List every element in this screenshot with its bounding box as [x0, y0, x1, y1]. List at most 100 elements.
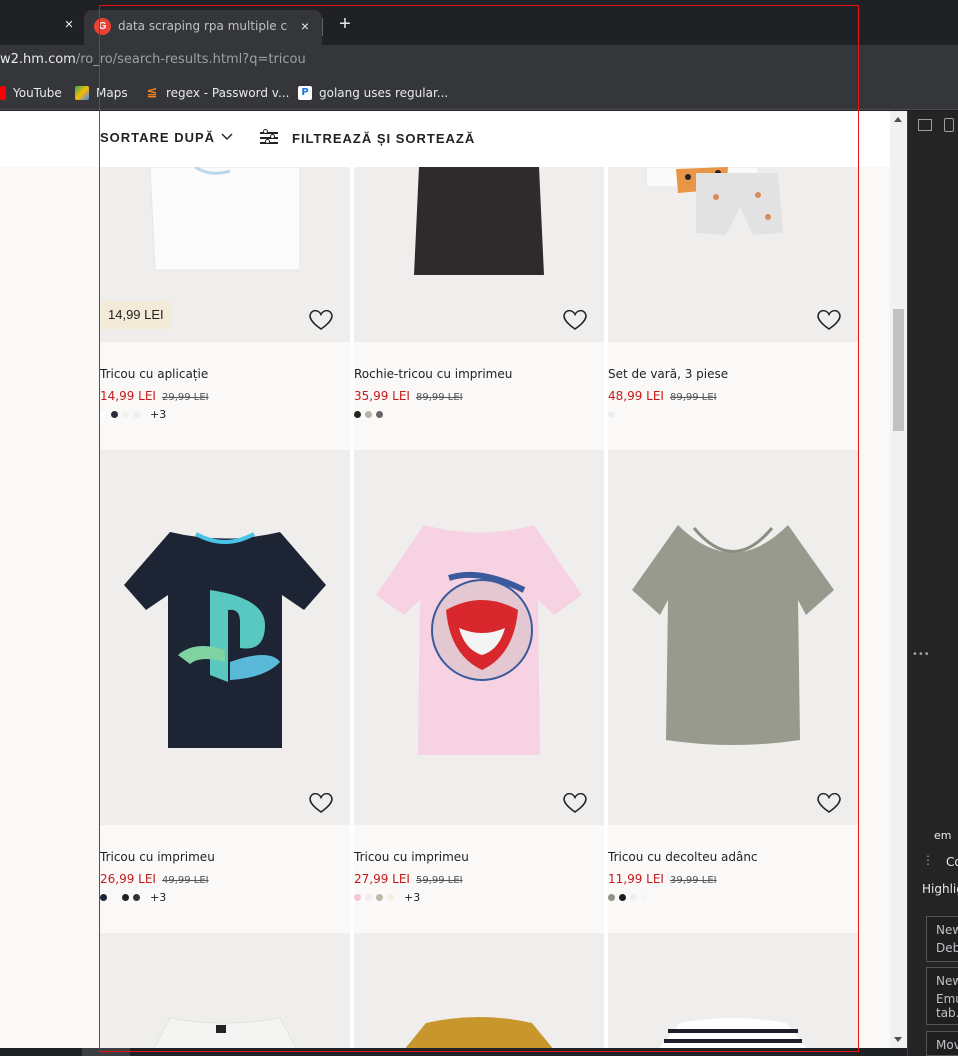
screen: × G data scraping rpa multiple colum × +… — [0, 0, 958, 1056]
bookmark-youtube[interactable]: YouTube — [0, 84, 62, 102]
product-name[interactable]: Tricou cu decolteu adânc — [608, 850, 858, 864]
heart-icon[interactable] — [816, 791, 842, 815]
color-swatch[interactable] — [387, 893, 394, 901]
product-name[interactable]: Tricou cu imprimeu — [354, 850, 604, 864]
kebab-menu-icon[interactable]: ⋮ — [922, 853, 934, 867]
color-swatch[interactable] — [354, 893, 361, 901]
product-image[interactable] — [354, 450, 604, 825]
product-card[interactable] — [100, 933, 350, 1056]
inspect-element-icon[interactable] — [918, 119, 932, 131]
address-bar[interactable]: w2.hm.com/ro_ro/search-results.html?q=tr… — [0, 45, 958, 75]
page-left-margin — [0, 167, 100, 1056]
color-swatch[interactable] — [111, 893, 118, 901]
product-image[interactable] — [608, 933, 858, 1056]
product-image[interactable] — [354, 933, 604, 1056]
bookmark-label: YouTube — [13, 86, 62, 100]
product-name[interactable]: Tricou cu imprimeu — [100, 850, 350, 864]
product-card[interactable] — [608, 933, 858, 1056]
product-info: Set de vară, 3 piese 48,99 LEI 89,99 LEI — [608, 367, 858, 419]
color-swatch[interactable] — [376, 410, 383, 418]
color-swatch[interactable] — [122, 893, 129, 901]
devtools-notice-box[interactable]: New Deb — [926, 916, 958, 962]
original-price: 29,99 LEI — [161, 392, 209, 403]
color-swatch[interactable] — [100, 410, 107, 418]
heart-icon[interactable] — [562, 791, 588, 815]
sort-button[interactable]: SORTARE DUPĂ — [100, 130, 233, 145]
sale-price: 11,99 LEI — [608, 872, 664, 886]
heart-icon[interactable] — [308, 791, 334, 815]
url-host: w2.hm.com — [0, 52, 76, 67]
heart-icon[interactable] — [308, 308, 334, 332]
color-swatch[interactable] — [608, 893, 615, 901]
active-tab[interactable]: G data scraping rpa multiple colum × — [84, 10, 322, 45]
scroll-up-arrow-icon[interactable] — [894, 117, 902, 122]
color-swatches: +3 — [100, 891, 350, 904]
product-name[interactable]: Set de vară, 3 piese — [608, 367, 858, 381]
heart-icon[interactable] — [562, 308, 588, 332]
product-image[interactable] — [608, 450, 858, 825]
product-image[interactable]: 14,99 LEI — [100, 167, 350, 342]
panel-resize-dots-icon[interactable]: ••• — [912, 649, 930, 660]
scroll-down-arrow-icon[interactable] — [894, 1037, 902, 1042]
product-card[interactable]: Tricou cu imprimeu 26,99 LEI 49,99 LEI +3 — [100, 450, 350, 933]
product-image[interactable] — [100, 450, 350, 825]
tab-close-icon[interactable]: × — [296, 17, 314, 35]
product-card[interactable]: 14,99 LEI Tricou cu aplicație 14,99 LEI 2… — [100, 167, 350, 450]
color-swatch[interactable] — [630, 893, 637, 901]
tab-bar: × G data scraping rpa multiple colum × + — [0, 8, 958, 45]
playstation-tshirt-image — [124, 532, 326, 748]
product-card[interactable]: Tricou cu decolteu adânc 11,99 LEI 39,99 … — [608, 450, 858, 933]
previous-tab-close-icon[interactable]: × — [60, 16, 78, 34]
page-scrollbar[interactable] — [890, 111, 907, 1048]
color-swatch[interactable] — [100, 893, 107, 901]
taskbar-segment — [82, 1048, 130, 1056]
color-swatch[interactable] — [354, 410, 361, 418]
bookmarks-bar: YouTube Maps ≦ regex - Password v... P g… — [0, 75, 958, 110]
original-price: 49,99 LEI — [161, 875, 209, 886]
product-info: Tricou cu aplicație 14,99 LEI 29,99 LEI +… — [100, 367, 350, 421]
color-swatch[interactable] — [122, 410, 129, 418]
color-swatch[interactable] — [608, 410, 615, 418]
notice-line: New — [936, 923, 958, 937]
color-swatch[interactable] — [133, 893, 140, 901]
bookmark-golang[interactable]: P golang uses regular... — [298, 84, 448, 102]
original-price: 59,99 LEI — [415, 875, 463, 886]
devtools-tab-console[interactable]: Co — [946, 855, 958, 869]
devtools-notice-box[interactable]: New Emu tab. — [926, 967, 958, 1025]
product-name[interactable]: Rochie-tricou cu imprimeu — [354, 367, 604, 381]
color-swatch[interactable] — [619, 893, 626, 901]
filter-button[interactable]: FILTREAZĂ ȘI SORTEAZĂ — [260, 129, 475, 146]
product-image[interactable] — [608, 167, 858, 342]
heart-icon[interactable] — [816, 308, 842, 332]
product-name[interactable]: Tricou cu aplicație — [100, 367, 350, 381]
color-swatch[interactable] — [376, 893, 383, 901]
new-tab-button[interactable]: + — [334, 12, 356, 36]
color-swatch[interactable] — [365, 410, 372, 418]
color-swatch[interactable] — [133, 410, 140, 418]
product-prices: 26,99 LEI 49,99 LEI — [100, 872, 350, 886]
device-toolbar-icon[interactable] — [944, 118, 954, 132]
devtools-notice-box[interactable]: Mov — [926, 1031, 958, 1056]
chevron-down-icon — [221, 132, 233, 144]
product-image[interactable] — [354, 167, 604, 342]
bookmark-p-icon: P — [298, 86, 312, 100]
product-image[interactable] — [100, 933, 350, 1056]
product-card[interactable] — [354, 933, 604, 1056]
rolling-stones-tshirt-image — [376, 525, 582, 755]
color-swatch[interactable] — [365, 893, 372, 901]
product-card[interactable]: Rochie-tricou cu imprimeu 35,99 LEI 89,99… — [354, 167, 604, 450]
product-info: Tricou cu imprimeu 26,99 LEI 49,99 LEI +3 — [100, 850, 350, 904]
url-text[interactable]: w2.hm.com/ro_ro/search-results.html?q=tr… — [0, 52, 306, 67]
color-swatch[interactable] — [641, 893, 648, 901]
google-favicon-icon: G — [94, 18, 111, 35]
scrollbar-thumb[interactable] — [893, 309, 904, 431]
original-price: 89,99 LEI — [669, 392, 717, 403]
bookmark-maps[interactable]: Maps — [75, 84, 128, 102]
color-swatch[interactable] — [111, 410, 118, 418]
devtools-label-em: em — [934, 829, 952, 842]
product-card[interactable]: Tricou cu imprimeu 27,99 LEI 59,99 LEI +3 — [354, 450, 604, 933]
product-card[interactable]: Set de vară, 3 piese 48,99 LEI 89,99 LEI — [608, 167, 858, 450]
price-badge: 14,99 LEI — [100, 301, 172, 329]
window-top-strip — [0, 0, 958, 8]
bookmark-stackoverflow[interactable]: ≦ regex - Password v... — [145, 84, 290, 102]
